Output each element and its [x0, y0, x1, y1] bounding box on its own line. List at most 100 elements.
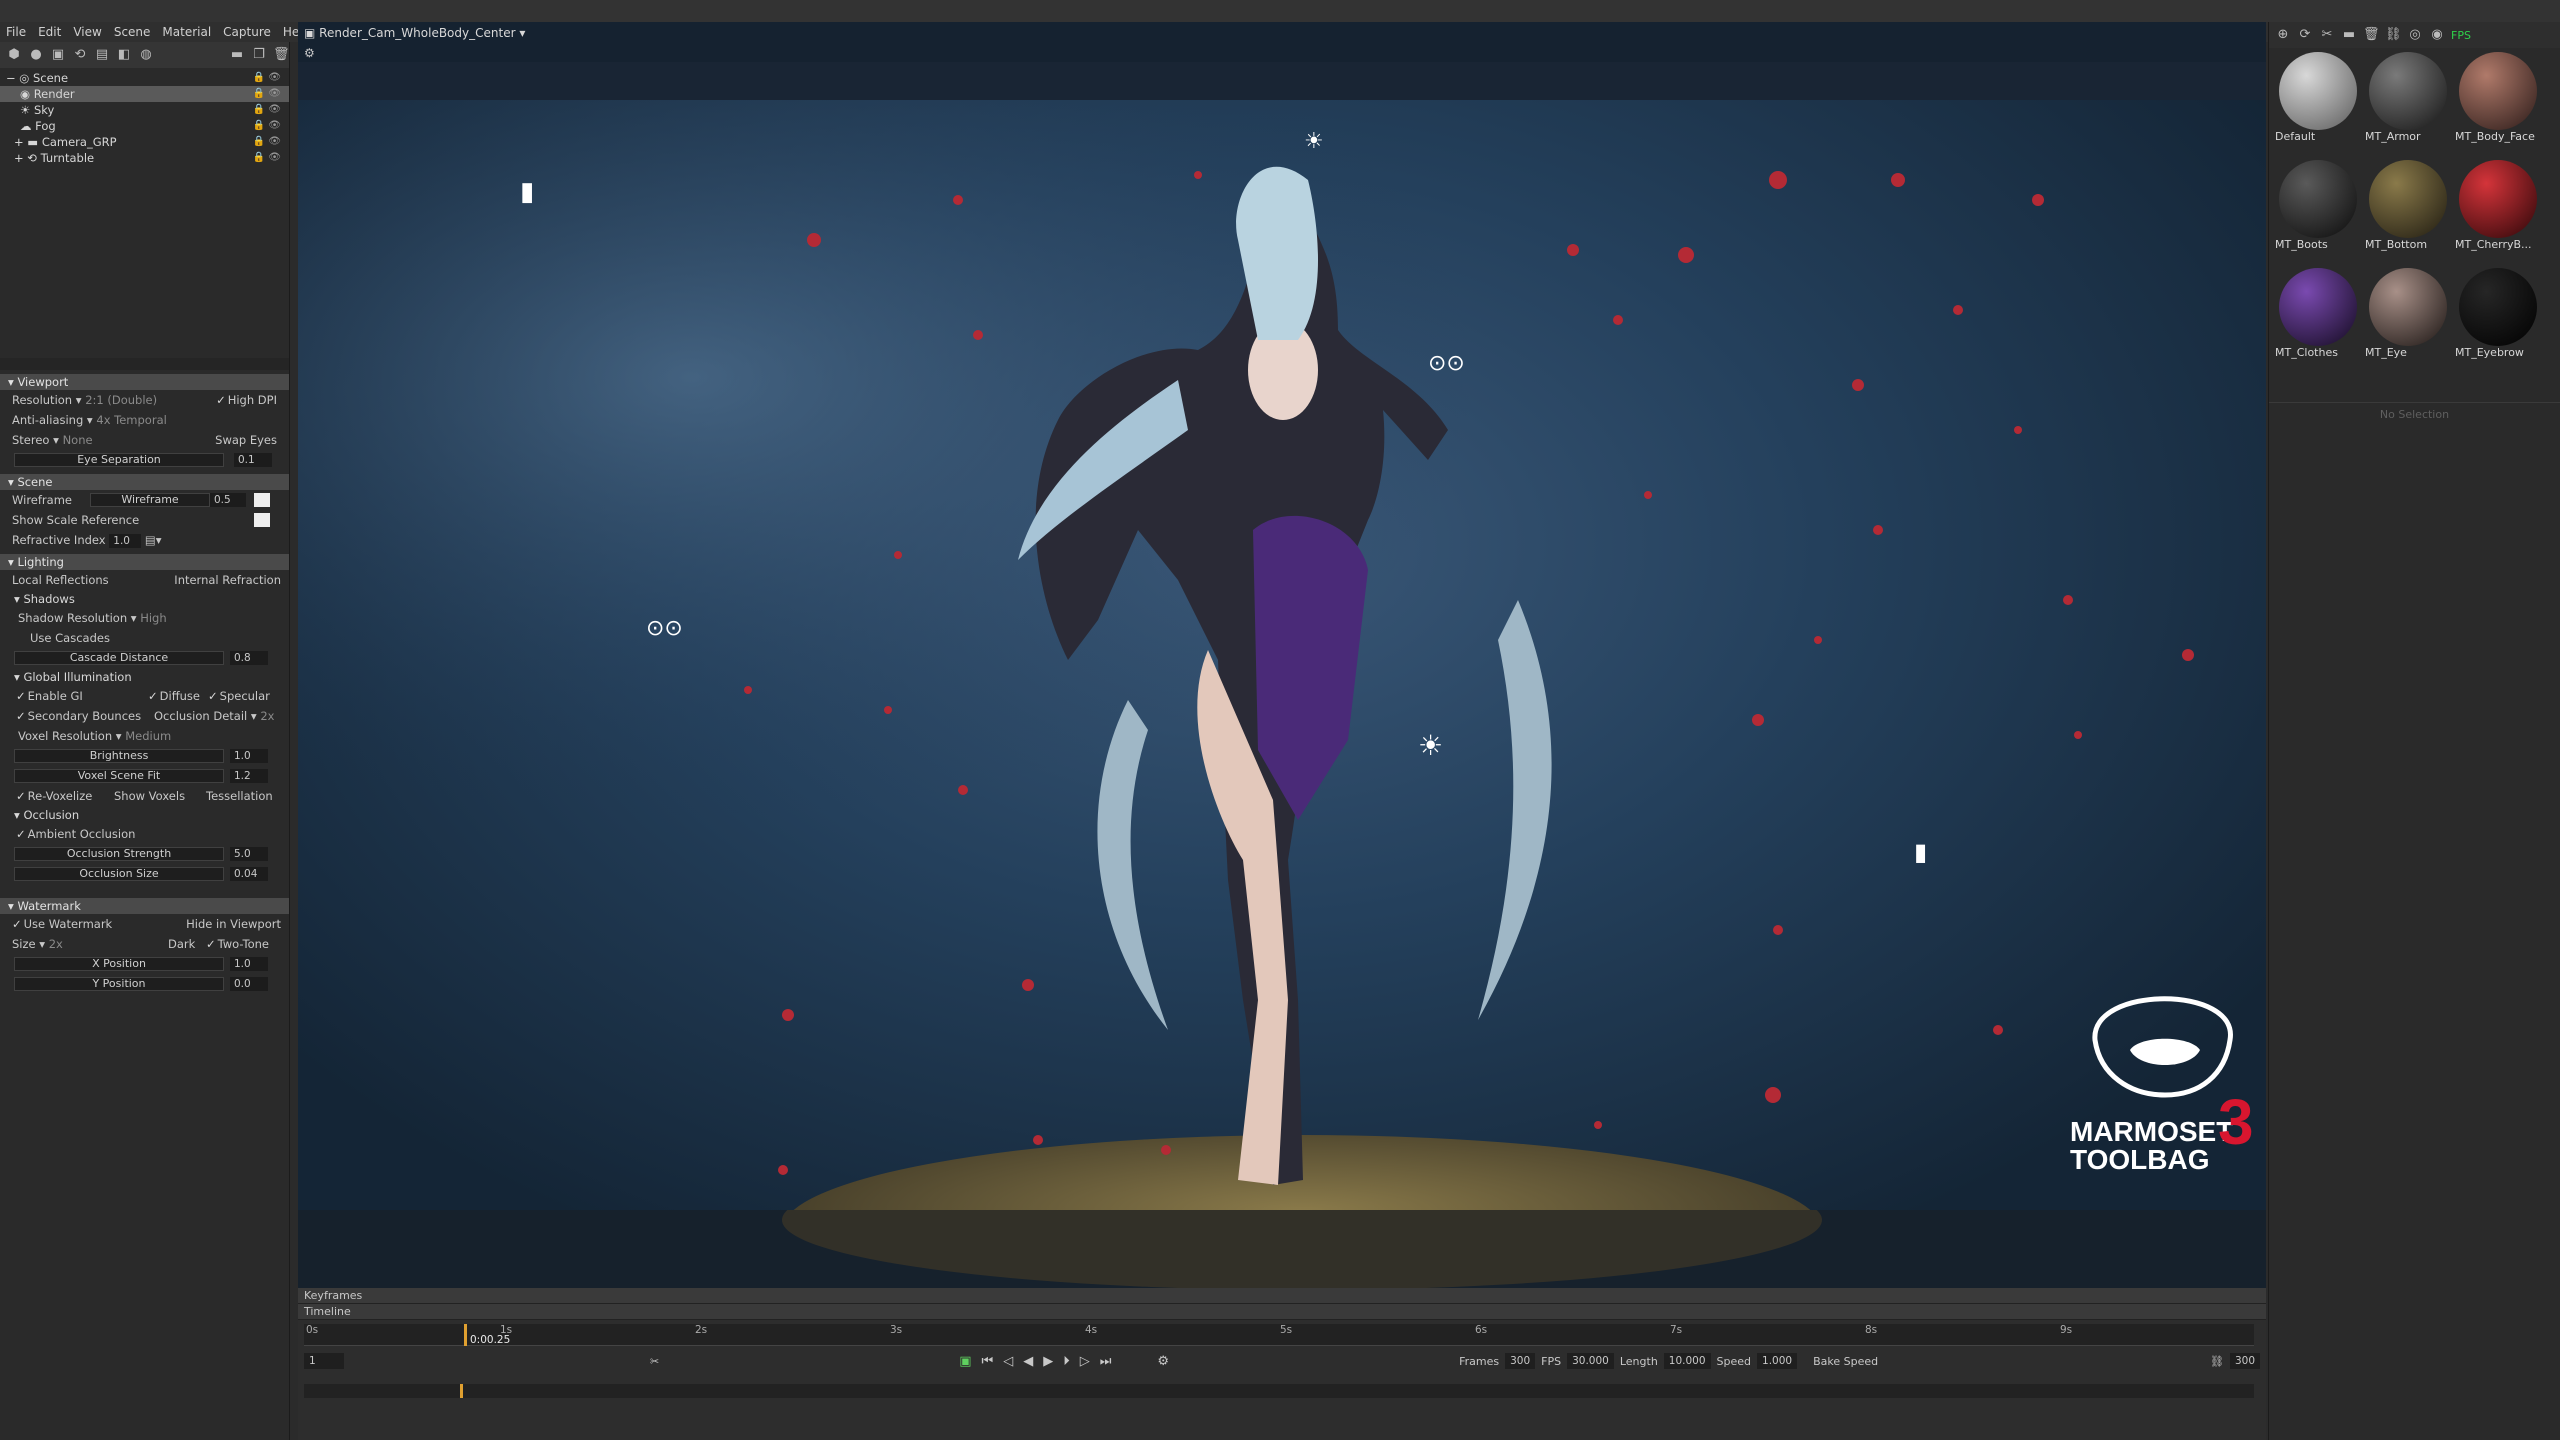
play-forward-frame-icon[interactable]: ⏵ [1063, 1354, 1070, 1369]
render-view[interactable]: ▮ ☀ ⊙⊙ ⊙⊙ ☀ ▮ [298, 100, 2266, 1325]
menu-edit[interactable]: Edit [32, 22, 67, 42]
menu-view[interactable]: View [67, 22, 107, 42]
section-viewport[interactable]: ▾ Viewport [0, 374, 289, 390]
use-watermark-checkbox[interactable]: Use Watermark [12, 917, 112, 931]
show-voxels-checkbox[interactable]: Show Voxels [114, 786, 185, 806]
fps-field[interactable]: 30.000 [1567, 1353, 1614, 1369]
visibility-icon[interactable]: 🔒 👁 [253, 86, 281, 102]
wireframe-checkbox[interactable]: Wireframe [12, 493, 72, 507]
high-dpi-checkbox[interactable]: High DPI [216, 390, 277, 410]
material-item[interactable]: MT_Armor [2365, 52, 2451, 143]
shadow-res-dropdown[interactable]: High [140, 611, 166, 625]
resolution-dropdown[interactable]: 2:1 (Double) [85, 393, 157, 407]
cascade-slider[interactable]: Cascade Distance [14, 651, 224, 665]
ambient-occlusion-checkbox[interactable]: Ambient Occlusion [16, 827, 135, 841]
section-watermark[interactable]: ▾ Watermark [0, 898, 289, 914]
section-lighting[interactable]: ▾ Lighting [0, 554, 289, 570]
visibility-icon[interactable]: 🔒 👁 [253, 134, 281, 150]
show-scale-checkbox[interactable]: Show Scale Reference [12, 513, 139, 527]
delete-icon[interactable]: 🗑 [2363, 27, 2380, 43]
scrub-track[interactable] [304, 1384, 2254, 1398]
material-item[interactable]: MT_Eyebrow [2455, 268, 2541, 359]
voxel-fit-value[interactable]: 1.2 [230, 769, 268, 783]
add-turntable-icon[interactable]: ⟲ [72, 47, 88, 63]
play-reverse-icon[interactable]: ◀ [1023, 1354, 1033, 1369]
menu-scene[interactable]: Scene [108, 22, 157, 42]
add-shadow-catcher-icon[interactable]: ◧ [116, 47, 132, 63]
eye-separation-value[interactable]: 0.1 [234, 453, 272, 467]
wireframe-slider[interactable]: Wireframe [90, 493, 210, 507]
x-position-value[interactable]: 1.0 [230, 957, 268, 971]
add-material-icon[interactable]: ⊕ [2275, 27, 2291, 43]
subsection-gi[interactable]: ▾ Global Illumination [0, 668, 289, 686]
tree-item-fog[interactable]: ☁ Fog 🔒 👁 [0, 118, 289, 134]
subsection-occlusion[interactable]: ▾ Occlusion [0, 806, 289, 824]
folder-icon[interactable]: ▬ [229, 47, 245, 63]
cascade-value[interactable]: 0.8 [230, 651, 268, 665]
wireframe-color-swatch[interactable] [254, 493, 270, 507]
swap-eyes-checkbox[interactable]: Swap Eyes [215, 430, 277, 450]
material-item[interactable]: MT_Body_Face [2455, 52, 2541, 143]
occ-strength-slider[interactable]: Occlusion Strength [14, 847, 224, 861]
keyframe-icon[interactable]: ✂ [650, 1355, 659, 1368]
occ-size-value[interactable]: 0.04 [230, 867, 268, 881]
menu-material[interactable]: Material [156, 22, 217, 42]
visibility-icon[interactable]: 🔒 👁 [253, 150, 281, 166]
eye-separation-slider[interactable]: Eye Separation [14, 453, 224, 467]
timeline-header[interactable]: Timeline [298, 1304, 2266, 1320]
skip-start-icon[interactable]: ⏮ [982, 1354, 994, 1369]
tessellation-checkbox[interactable]: Tessellation [206, 786, 273, 806]
section-scene[interactable]: ▾ Scene [0, 474, 289, 490]
subsection-shadows[interactable]: ▾ Shadows [0, 590, 289, 608]
dark-checkbox[interactable]: Dark [168, 934, 195, 954]
add-light-icon[interactable]: ● [28, 47, 44, 63]
playhead[interactable] [464, 1324, 467, 1346]
occlusion-detail[interactable]: Occlusion Detail ▾ 2x [154, 706, 274, 726]
link-icon[interactable]: ⛓ [2210, 1355, 2224, 1368]
material-item[interactable]: MT_Bottom [2365, 160, 2451, 251]
tree-item-sky[interactable]: ☀ Sky 🔒 👁 [0, 102, 289, 118]
speed-field[interactable]: 1.000 [1757, 1353, 1798, 1369]
revoxelize-checkbox[interactable]: Re-Voxelize [16, 789, 92, 803]
x-position-slider[interactable]: X Position [14, 957, 224, 971]
camera-selector[interactable]: ▣ Render_Cam_WholeBody_Center ▾ [304, 26, 525, 40]
tree-item-camera-grp[interactable]: + ▬ Camera_GRP 🔒 👁 [0, 134, 289, 150]
occ-strength-value[interactable]: 5.0 [230, 847, 268, 861]
tree-item-turntable[interactable]: + ⟲ Turntable 🔒 👁 [0, 150, 289, 166]
secondary-bounces-checkbox[interactable]: Secondary Bounces [16, 709, 141, 723]
visibility-icon[interactable]: 🔒 👁 [253, 118, 281, 134]
menu-capture[interactable]: Capture [217, 22, 277, 42]
enable-gi-checkbox[interactable]: Enable GI [16, 689, 83, 703]
end-frame-field[interactable]: 300 [2229, 1353, 2260, 1369]
keyframes-header[interactable]: Keyframes [298, 1288, 2266, 1304]
use-cascades-checkbox[interactable]: Use Cascades [30, 631, 110, 645]
play-icon[interactable]: ▶ [1043, 1354, 1053, 1369]
add-group-icon[interactable]: ▤ [94, 47, 110, 63]
tree-item-render[interactable]: ◉ Render 🔒 👁 [0, 86, 289, 102]
material-item[interactable]: MT_Clothes [2275, 268, 2361, 359]
settings-icon[interactable]: ⚙ [1157, 1354, 1169, 1369]
frame-field[interactable]: 1 [304, 1353, 344, 1369]
pick-material-icon[interactable]: ⟳ [2297, 27, 2313, 43]
add-sky-icon[interactable]: ◍ [138, 47, 154, 63]
add-object-icon[interactable]: ⬢ [6, 47, 22, 63]
hide-in-viewport-checkbox[interactable]: Hide in Viewport [186, 914, 281, 934]
material-item[interactable]: MT_Eye [2365, 268, 2451, 359]
delete-icon[interactable]: 🗑 [273, 47, 290, 63]
specular-checkbox[interactable]: Specular [208, 686, 270, 706]
internal-refraction-checkbox[interactable]: Internal Refraction [174, 570, 281, 590]
y-position-slider[interactable]: Y Position [14, 977, 224, 991]
bake-speed-button[interactable]: Bake Speed [1813, 1355, 1878, 1368]
visibility-icon[interactable]: 🔒 👁 [253, 70, 281, 86]
material-item[interactable]: MT_CherryB... [2455, 160, 2541, 251]
refractive-value[interactable]: 1.0 [109, 534, 142, 548]
skip-end-icon[interactable]: ⏭ [1100, 1354, 1112, 1369]
tree-item-scene[interactable]: − ◎ Scene 🔒 👁 [0, 70, 289, 86]
aa-dropdown[interactable]: 4x Temporal [96, 413, 166, 427]
scale-color-swatch[interactable] [254, 513, 270, 527]
visibility-icon[interactable]: 🔒 👁 [253, 102, 281, 118]
folder-icon[interactable]: ▬ [2341, 27, 2357, 43]
fps-toggle-icon[interactable]: ◉ [2429, 27, 2445, 43]
settings-icon[interactable]: ⚙ [304, 46, 315, 60]
loop-icon[interactable]: ▣ [959, 1354, 971, 1369]
